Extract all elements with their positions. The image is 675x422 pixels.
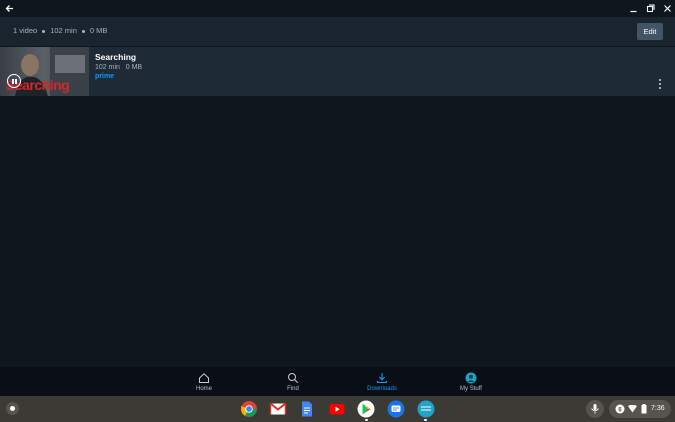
video-title[interactable]: Searching [95, 52, 136, 62]
clock-time: 7:36 [651, 405, 665, 412]
total-size: 0 MB [89, 26, 108, 35]
running-indicator-active [424, 419, 427, 421]
home-icon [199, 373, 209, 383]
running-indicator [365, 419, 368, 421]
microphone-icon[interactable] [586, 400, 604, 418]
bottom-navigation: Home Find Downloads My Stuff [0, 367, 675, 396]
edit-button[interactable]: Edit [637, 23, 663, 40]
downloads-summary: 1 video 102 min 0 MB [13, 26, 107, 35]
download-icon [376, 373, 388, 384]
nav-downloads-label: Downloads [367, 386, 397, 392]
nav-home-label: Home [195, 386, 212, 392]
window-titlebar [0, 0, 675, 17]
more-options-icon[interactable] [656, 78, 664, 90]
play-store-icon[interactable] [357, 400, 375, 418]
gmail-icon[interactable] [269, 400, 287, 418]
arrow-left-icon[interactable] [3, 2, 16, 15]
notification-icon: 6 [615, 404, 625, 414]
pause-circle-icon[interactable] [7, 74, 21, 88]
messages-icon[interactable] [387, 400, 405, 418]
wifi-icon [628, 405, 637, 413]
total-duration: 102 min [50, 26, 77, 35]
prime-video-icon[interactable] [417, 400, 435, 418]
close-icon[interactable] [661, 2, 674, 15]
nav-my-stuff[interactable]: My Stuff [441, 367, 501, 396]
video-count: 1 video [13, 26, 38, 35]
battery-icon [641, 404, 647, 414]
prime-badge: prime [95, 73, 115, 80]
video-size: 0 MB [125, 64, 143, 71]
nav-my-stuff-label: My Stuff [460, 386, 482, 392]
search-icon [288, 373, 299, 384]
video-meta: 102 min 0 MB [95, 64, 142, 71]
restore-icon[interactable] [644, 2, 657, 15]
nav-downloads[interactable]: Downloads [352, 367, 412, 396]
launcher-icon[interactable] [6, 402, 19, 415]
video-duration: 102 min [95, 64, 120, 71]
system-shelf: 6 7:36 [0, 396, 675, 422]
chrome-icon[interactable] [240, 400, 258, 418]
nav-find[interactable]: Find [263, 367, 323, 396]
avatar-icon [465, 372, 477, 384]
docs-icon[interactable] [298, 400, 316, 418]
downloads-summary-bar: 1 video 102 min 0 MB [0, 17, 675, 46]
app-window: 1 video 102 min 0 MB Edit Searching Sear… [0, 0, 675, 422]
minimize-icon[interactable] [627, 2, 640, 15]
nav-find-label: Find [287, 386, 299, 392]
nav-home[interactable]: Home [174, 367, 234, 396]
youtube-icon[interactable] [328, 400, 346, 418]
system-tray[interactable]: 6 7:36 [609, 400, 671, 418]
video-thumbnail[interactable]: Searching [0, 47, 89, 96]
